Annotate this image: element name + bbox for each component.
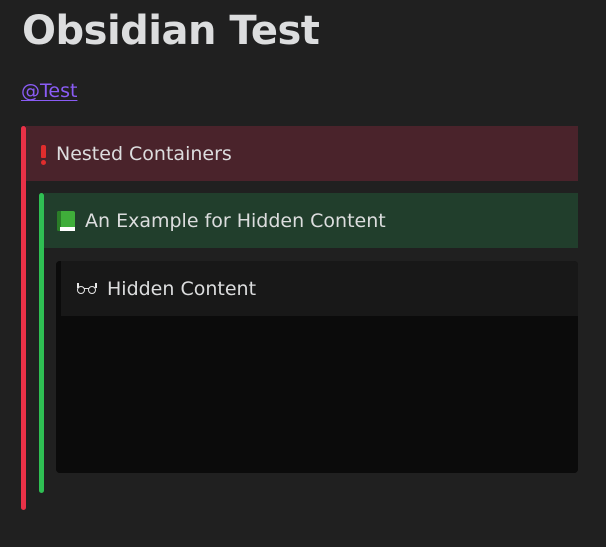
exclamation-icon	[38, 142, 48, 166]
callout-hidden-body	[56, 316, 578, 473]
note-view: Obsidian Test @Test Nested Containers An…	[0, 0, 606, 547]
callout-title: Hidden Content	[107, 277, 257, 300]
callout-accent-bar	[21, 126, 26, 510]
callout-header-example[interactable]: An Example for Hidden Content	[44, 193, 578, 248]
callout-title: Nested Containers	[56, 142, 232, 165]
glasses-icon	[76, 282, 98, 296]
callout-title: An Example for Hidden Content	[85, 209, 386, 232]
page-title: Obsidian Test	[22, 8, 320, 54]
callout-hidden-content: Hidden Content	[56, 261, 578, 473]
tag-link[interactable]: @Test	[21, 79, 77, 103]
green-book-icon	[57, 210, 77, 232]
callout-header-hidden-content[interactable]: Hidden Content	[61, 261, 578, 316]
callout-header-nested-containers[interactable]: Nested Containers	[26, 126, 578, 181]
